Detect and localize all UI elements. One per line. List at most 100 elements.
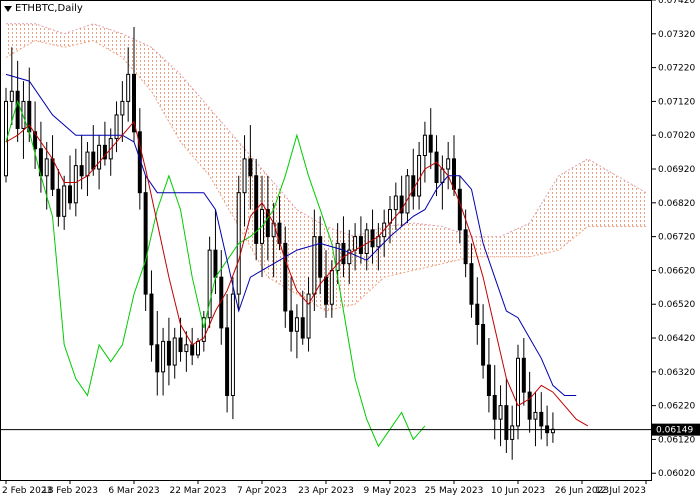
candle-bear bbox=[56, 188, 61, 217]
candle-bull bbox=[73, 165, 78, 204]
candle-bear bbox=[428, 134, 433, 153]
candle-bull bbox=[388, 209, 392, 224]
candle-bull bbox=[376, 236, 381, 248]
x-tick-label: 12 Jul 2023 bbox=[595, 486, 646, 496]
candle-bear bbox=[155, 344, 160, 373]
candle-bear bbox=[149, 293, 154, 346]
x-tick-label: 23 Apr 2023 bbox=[298, 486, 354, 496]
triangle-down-icon bbox=[4, 5, 12, 12]
candle-bear bbox=[457, 188, 462, 231]
candle-bear bbox=[481, 324, 486, 366]
candle-bear bbox=[475, 303, 480, 326]
candle-bull bbox=[196, 340, 200, 356]
candle-bear bbox=[248, 158, 253, 177]
candle-bear bbox=[539, 411, 544, 427]
candle-bull bbox=[126, 73, 131, 102]
candle-bear bbox=[318, 236, 323, 278]
candle-bull bbox=[306, 293, 311, 339]
candle-bear bbox=[178, 337, 183, 353]
candle-bull bbox=[510, 425, 515, 440]
y-tick-label: 0.06920 bbox=[658, 165, 695, 175]
candle-bear bbox=[504, 405, 509, 440]
candle-bear bbox=[521, 357, 526, 393]
x-tick-label: 18 Feb 2023 bbox=[42, 486, 98, 496]
candle-bear bbox=[91, 151, 96, 170]
y-tick-label: 0.07020 bbox=[658, 131, 695, 141]
candle-bear bbox=[79, 165, 84, 177]
x-tick-label: 9 May 2023 bbox=[364, 486, 417, 496]
candle-bear bbox=[452, 158, 456, 190]
x-tick-label: 22 Mar 2023 bbox=[169, 486, 226, 496]
candle-bear bbox=[341, 242, 346, 265]
candle-bull bbox=[533, 411, 538, 420]
ichimoku-chart: 0.06149 0.07420 0.07320 0.07220 0.07120 0.070… bbox=[0, 0, 700, 496]
y-tick-label: 0.06220 bbox=[658, 402, 695, 412]
candle-bull bbox=[184, 344, 189, 353]
candle-bull bbox=[335, 242, 340, 271]
candle-bear bbox=[68, 185, 72, 204]
candle-bull bbox=[294, 317, 299, 332]
candle-bear bbox=[283, 242, 288, 312]
candle-bear bbox=[358, 236, 363, 255]
candle-bear bbox=[213, 249, 218, 278]
candle-bear bbox=[324, 276, 328, 305]
candle-bear bbox=[289, 310, 294, 332]
candle-bull bbox=[85, 151, 90, 177]
y-tick-label: 0.06620 bbox=[658, 266, 695, 276]
chart-root: 0.06149 0.07420 0.07320 0.07220 0.07120 0.070… bbox=[0, 0, 700, 500]
y-tick-label: 0.06420 bbox=[658, 334, 695, 344]
y-tick-label: 0.06820 bbox=[658, 199, 695, 209]
candle-bear bbox=[527, 391, 532, 420]
candle-bull bbox=[9, 90, 14, 102]
candle-bull bbox=[62, 185, 67, 217]
candle-bull bbox=[498, 405, 503, 420]
candle-bear bbox=[411, 175, 416, 197]
candle-bear bbox=[225, 327, 230, 396]
candle-bull bbox=[172, 337, 177, 366]
candle-bear bbox=[300, 317, 305, 339]
y-tick-label: 0.06020 bbox=[658, 469, 695, 479]
symbol-label: ETHBTC,Daily bbox=[4, 3, 83, 14]
candle-bull bbox=[417, 154, 422, 197]
y-tick-label: 0.06520 bbox=[658, 300, 695, 310]
candle-bull bbox=[230, 293, 235, 396]
candle-bear bbox=[486, 364, 491, 396]
candle-bull bbox=[329, 269, 334, 305]
x-tick-label: 10 Jun 2023 bbox=[491, 486, 545, 496]
candle-bull bbox=[405, 175, 410, 214]
x-tick-label: 25 May 2023 bbox=[425, 486, 484, 496]
y-tick-label: 0.07220 bbox=[658, 64, 695, 74]
y-tick-label: 0.06720 bbox=[658, 233, 695, 243]
candle-bear bbox=[469, 263, 474, 305]
candle-bear bbox=[492, 394, 497, 420]
candle-bull bbox=[242, 158, 247, 194]
candle-bull bbox=[393, 195, 398, 211]
candle-bear bbox=[370, 229, 375, 248]
y-tick-label: 0.06120 bbox=[658, 435, 695, 445]
candle-bull bbox=[120, 100, 125, 116]
candle-bear bbox=[190, 344, 195, 356]
candle-bull bbox=[364, 229, 369, 255]
y-tick-label: 0.07120 bbox=[658, 97, 695, 107]
candle-bull bbox=[353, 236, 358, 251]
current-price-label: 0.06149 bbox=[656, 426, 693, 436]
candle-bull bbox=[44, 158, 49, 177]
y-tick-label: 0.06320 bbox=[658, 368, 695, 378]
candle-bull bbox=[97, 144, 102, 170]
candle-bull bbox=[516, 357, 520, 427]
candle-bear bbox=[463, 229, 468, 265]
candle-bull bbox=[422, 134, 427, 156]
candle-bear bbox=[434, 151, 439, 184]
candle-bear bbox=[143, 192, 148, 295]
x-tick-label: 7 Apr 2023 bbox=[237, 486, 287, 496]
candle-bull bbox=[446, 158, 451, 170]
candle-bear bbox=[50, 158, 55, 190]
candle-bull bbox=[440, 168, 445, 184]
candle-bull bbox=[161, 340, 166, 373]
candle-bear bbox=[15, 90, 20, 129]
candle-bear bbox=[166, 340, 171, 366]
y-tick-label: 0.07420 bbox=[658, 0, 695, 6]
x-tick-label: 6 Mar 2023 bbox=[108, 486, 159, 496]
symbol-text: ETHBTC,Daily bbox=[15, 3, 83, 14]
y-tick-label: 0.07320 bbox=[658, 30, 695, 40]
